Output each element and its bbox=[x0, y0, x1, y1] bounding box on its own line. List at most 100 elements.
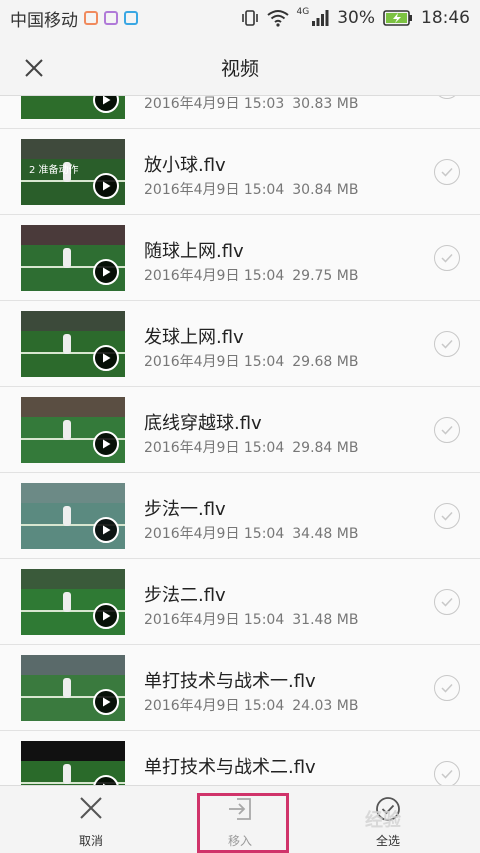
play-button[interactable] bbox=[93, 173, 119, 199]
clock: 18:46 bbox=[421, 8, 470, 28]
cancel-button[interactable]: 取消 bbox=[31, 786, 151, 853]
video-thumbnail bbox=[21, 96, 125, 119]
checkmark-icon bbox=[441, 683, 453, 693]
cancel-icon bbox=[80, 797, 102, 819]
play-button[interactable] bbox=[93, 431, 119, 457]
video-list-item[interactable]: 发球上网.flv 2016年4月9日 15:04 29.68 MB bbox=[0, 301, 480, 387]
select-checkbox[interactable] bbox=[434, 589, 460, 615]
mail-app-icon bbox=[84, 11, 98, 25]
page-title: 视频 bbox=[220, 58, 259, 80]
thumbnail-player bbox=[62, 592, 71, 613]
network-type: 4G bbox=[296, 7, 310, 17]
video-size: 24.03 MB bbox=[292, 698, 359, 714]
play-icon bbox=[103, 439, 111, 449]
move-in-button[interactable]: 移入 bbox=[180, 786, 300, 853]
play-button[interactable] bbox=[93, 689, 119, 715]
cancel-label: 取消 bbox=[78, 834, 103, 848]
checkmark-icon bbox=[441, 511, 453, 521]
video-list-content: 2016年4月9日 15:03 30.83 MB 2 准备动作 放小球.flv 2… bbox=[0, 96, 480, 785]
thumbnail-background bbox=[21, 483, 125, 503]
bottom-action-bar: 取消 移入 全选 bbox=[0, 785, 480, 853]
video-size: 30.84 MB bbox=[292, 182, 359, 198]
status-bar: 中国移动 4G 30% 18:46 bbox=[0, 0, 480, 36]
video-thumbnail bbox=[21, 397, 125, 463]
thumbnail-background bbox=[21, 655, 125, 675]
thumbnail-player bbox=[62, 334, 71, 355]
watermark: 经验 bbox=[365, 810, 401, 831]
video-list-item[interactable]: 随球上网.flv 2016年4月9日 15:04 29.75 MB bbox=[0, 215, 480, 301]
select-checkbox[interactable] bbox=[434, 159, 460, 185]
select-checkbox[interactable] bbox=[434, 503, 460, 529]
select-checkbox[interactable] bbox=[434, 675, 460, 701]
play-button[interactable] bbox=[93, 345, 119, 371]
video-list-item[interactable]: 单打技术与战术一.flv 2016年4月9日 15:04 24.03 MB bbox=[0, 645, 480, 731]
video-meta: 2016年4月9日 15:04 24.03 MB bbox=[144, 695, 358, 715]
battery-charging-icon bbox=[383, 10, 412, 26]
video-list-item[interactable]: 步法二.flv 2016年4月9日 15:04 31.48 MB bbox=[0, 559, 480, 645]
signal-icon bbox=[312, 10, 329, 26]
select-checkbox[interactable] bbox=[434, 761, 460, 785]
select-checkbox[interactable] bbox=[434, 331, 460, 357]
video-list[interactable]: 2016年4月9日 15:03 30.83 MB 2 准备动作 放小球.flv 2… bbox=[0, 96, 480, 785]
checkmark-icon bbox=[441, 769, 453, 779]
video-size: 29.84 MB bbox=[292, 440, 359, 456]
carrier-label: 中国移动 bbox=[10, 10, 78, 31]
video-thumbnail bbox=[21, 311, 125, 377]
select-all-label: 全选 bbox=[375, 834, 400, 848]
status-right: 4G 30% 18:46 bbox=[241, 7, 470, 28]
video-thumbnail bbox=[21, 569, 125, 635]
thumbnail-background bbox=[21, 225, 125, 245]
video-meta: 2016年4月9日 15:04 29.75 MB bbox=[144, 265, 358, 285]
play-button[interactable] bbox=[93, 517, 119, 543]
checkmark-icon bbox=[441, 339, 453, 349]
video-meta: 2016年4月9日 15:04 29.84 MB bbox=[144, 437, 358, 457]
video-title: 放小球.flv bbox=[144, 155, 226, 176]
thumbnail-caption: 2 准备动作 bbox=[29, 165, 79, 176]
video-date: 2016年4月9日 15:04 bbox=[144, 698, 285, 714]
video-meta: 2016年4月9日 15:04 31.48 MB bbox=[144, 609, 358, 629]
video-date: 2016年4月9日 15:04 bbox=[144, 526, 285, 542]
checkmark-icon bbox=[441, 167, 453, 177]
select-checkbox[interactable] bbox=[434, 417, 460, 443]
play-button[interactable] bbox=[93, 259, 119, 285]
video-date: 2016年4月9日 15:03 bbox=[144, 96, 285, 112]
play-icon bbox=[103, 697, 111, 707]
video-title: 发球上网.flv bbox=[144, 327, 244, 348]
video-meta: 2016年4月9日 15:04 29.68 MB bbox=[144, 351, 358, 371]
move-in-label: 移入 bbox=[227, 834, 252, 848]
video-meta: 2016年4月9日 15:04 34.48 MB bbox=[144, 523, 358, 543]
video-title: 随球上网.flv bbox=[144, 241, 244, 262]
video-list-item[interactable]: 2 准备动作 放小球.flv 2016年4月9日 15:04 30.84 MB bbox=[0, 129, 480, 215]
video-list-item[interactable]: 底线穿越球.flv 2016年4月9日 15:04 29.84 MB bbox=[0, 387, 480, 473]
video-date: 2016年4月9日 15:04 bbox=[144, 440, 285, 456]
video-list-item[interactable]: 步法一.flv 2016年4月9日 15:04 34.48 MB bbox=[0, 473, 480, 559]
thumbnail-background bbox=[21, 569, 125, 589]
video-size: 29.75 MB bbox=[292, 268, 359, 284]
move-in-icon bbox=[229, 798, 251, 820]
video-thumbnail bbox=[21, 225, 125, 291]
video-title: 单打技术与战术二.flv bbox=[144, 757, 316, 778]
video-list-item[interactable]: 单打技术与战术二.flv bbox=[0, 731, 480, 785]
video-size: 29.68 MB bbox=[292, 354, 359, 370]
checkmark-icon bbox=[441, 597, 453, 607]
video-thumbnail bbox=[21, 741, 125, 785]
wifi-icon bbox=[266, 10, 289, 27]
status-left: 中国移动 bbox=[10, 6, 138, 31]
select-checkbox[interactable] bbox=[434, 96, 460, 99]
select-checkbox[interactable] bbox=[434, 245, 460, 271]
video-title: 单打技术与战术一.flv bbox=[144, 671, 316, 692]
vibrate-icon bbox=[241, 10, 258, 26]
video-thumbnail bbox=[21, 483, 125, 549]
thumbnail-background bbox=[21, 139, 125, 159]
checkmark-icon bbox=[441, 253, 453, 263]
play-button[interactable] bbox=[93, 603, 119, 629]
video-date: 2016年4月9日 15:04 bbox=[144, 612, 285, 628]
video-title: 步法二.flv bbox=[144, 585, 226, 606]
thumbnail-player bbox=[62, 506, 71, 527]
thumbnail-background bbox=[21, 311, 125, 331]
video-size: 34.48 MB bbox=[292, 526, 359, 542]
thumbnail-background bbox=[21, 397, 125, 417]
thumbnail-player bbox=[62, 678, 71, 699]
video-date: 2016年4月9日 15:04 bbox=[144, 268, 285, 284]
video-list-item[interactable]: 2016年4月9日 15:03 30.83 MB bbox=[0, 96, 480, 129]
